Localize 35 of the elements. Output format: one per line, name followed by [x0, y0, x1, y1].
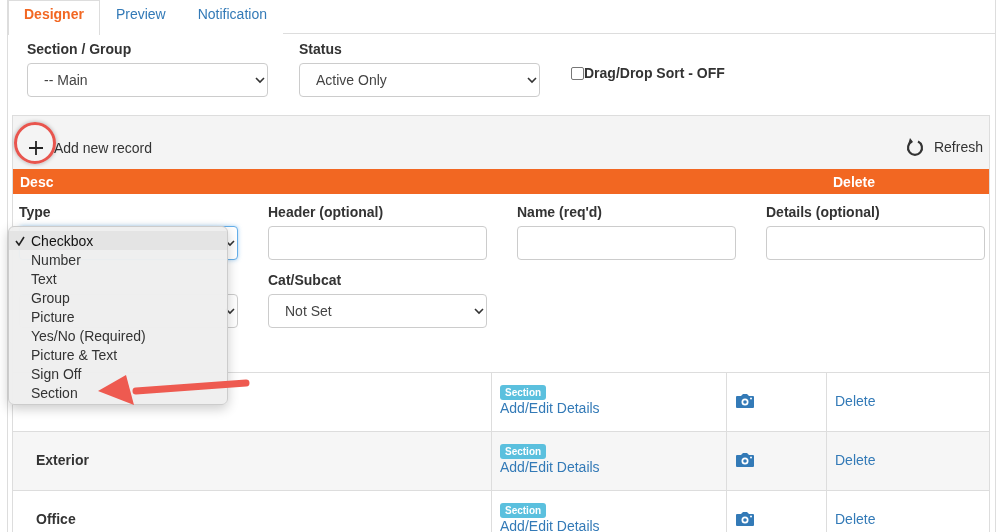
menu-item[interactable]: Sign Off	[9, 364, 227, 383]
refresh-button[interactable]: Refresh	[905, 137, 983, 156]
add-edit-details-link[interactable]: Add/Edit Details	[500, 400, 718, 416]
add-edit-details-link[interactable]: Add/Edit Details	[500, 518, 718, 532]
field-label: Type	[19, 204, 52, 220]
cat-subcat-select[interactable]: Not Set	[268, 294, 487, 328]
menu-item[interactable]: Section	[9, 383, 227, 402]
menu-item[interactable]: Text	[9, 269, 227, 288]
delete-link[interactable]: Delete	[835, 452, 876, 468]
status-select[interactable]: Active Only	[299, 63, 540, 97]
menu-item[interactable]: Yes/No (Required)	[9, 326, 227, 345]
menu-item[interactable]: Group	[9, 288, 227, 307]
field-label: Name (req'd)	[517, 204, 603, 220]
menu-item[interactable]: Checkbox	[9, 231, 227, 250]
section-tag: Section	[500, 444, 547, 459]
field-label: Details (optional)	[766, 204, 881, 220]
field-label: Cat/Subcat	[268, 272, 343, 288]
column-header: Delete	[833, 173, 876, 190]
add-edit-details-link[interactable]: Add/Edit Details	[500, 459, 718, 475]
delete-link[interactable]: Delete	[835, 393, 876, 409]
section-group-select[interactable]: -- Main	[27, 63, 268, 97]
checkbox-label: Drag/Drop Sort - OFF	[584, 65, 725, 81]
section-name: Office	[35, 510, 77, 527]
field-label: Status	[299, 41, 343, 57]
column-header: Desc	[20, 173, 55, 190]
menu-item[interactable]: Number	[9, 250, 227, 269]
menu-item[interactable]: Picture & Text	[9, 345, 227, 364]
add-record-button[interactable]: Add new record	[28, 140, 153, 156]
section-name: Exterior	[35, 451, 90, 468]
field-label: Header (optional)	[268, 204, 385, 220]
delete-link[interactable]: Delete	[835, 511, 876, 527]
field-label: Section / Group	[27, 41, 133, 57]
menu-item[interactable]: Picture	[9, 307, 227, 326]
section-tag: Section	[500, 503, 547, 518]
section-tag: Section	[500, 385, 547, 400]
